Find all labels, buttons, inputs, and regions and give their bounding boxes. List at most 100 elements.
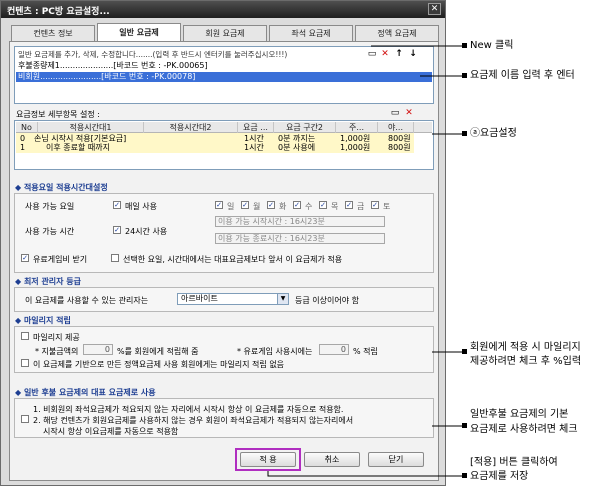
tab-seat-plan[interactable]: 좌석 요금제 [269,25,353,41]
annotation-default-2: 요금제로 사용하려면 체크 [470,424,578,435]
detail-title: 요금정보 세부항목 설정 : [16,110,100,119]
plan-row[interactable]: 후불종량제1.....................[바코드 번호 : -PK… [16,61,432,71]
pay-amount-input[interactable]: 0 [83,344,113,355]
no-mileage-checkbox[interactable] [21,359,29,367]
new-detail-icon[interactable]: ▭ [390,108,400,118]
section-default-plan: 일반 후불 요금제의 대표 요금제로 사용 [15,387,156,398]
close-icon[interactable]: ✕ [428,3,441,15]
general-plan-panel: 일반 요금제를 추가, 삭제, 수정합니다.......(입력 후 반드시 엔터… [9,41,439,481]
detail-rows: 0 손님 시작시 적용[기본요금] 1시간 0분 까지는 1,000원 800원… [16,133,414,153]
manager-suffix: 등급 이상이어야 함 [295,296,359,305]
apply-button[interactable]: 적 용 [240,452,296,467]
priority-checkbox[interactable] [111,254,119,262]
day-checkbox-tue[interactable]: ✓ [267,201,275,209]
detail-row-no: 0 [20,134,26,143]
default-plan-line2: 2. 해당 컨텐츠가 회원요금제를 사용하지 않는 경우 회원이 좌석요금제가 … [33,416,354,425]
end-time-field[interactable]: 이용 가능 종료시간 : 16시23분 [215,233,385,244]
annotation-dot-apply [462,473,467,478]
manager-group: 이 요금제를 사용할 수 있는 관리자는 아르바이트 ▼ 등급 이상이어야 함 [14,287,434,312]
default-plan-line3: 시작시 항상 이요금제를 자동으로 적용함 [43,427,179,436]
annotation-dot-enter [462,73,467,78]
annotation-fee-setting: ⓐ요금설정 [470,128,517,139]
start-time-field[interactable]: 이용 가능 시작시간 : 16시23분 [215,216,385,227]
priority-label: 선택한 요일, 시간대에서는 대표요금제보다 앞서 이 요금제가 적용 [123,255,343,264]
every-day-checkbox[interactable]: ✓ [113,201,121,209]
apply-time-group: 사용 가능 요일 ✓ 매일 사용 ✓ 일 ✓ 월 ✓ 화 ✓ 수 ✓ 목 ✓ 금… [14,193,434,273]
day-label: 목 [331,202,339,211]
detail-row-range[interactable]: 0분 사용에 [278,143,315,152]
cancel-button[interactable]: 취소 [304,452,360,467]
manager-prefix: 이 요금제를 사용할 수 있는 관리자는 [25,296,149,305]
detail-row-time1[interactable]: 이후 종료할 때까지 [46,143,110,152]
day-checkbox-sun[interactable]: ✓ [215,201,223,209]
pay-amount-suffix: %를 회원에게 적립해 줌 [117,347,199,356]
time-label: 사용 가능 시간 [25,227,75,236]
day-checkbox-mon[interactable]: ✓ [241,201,249,209]
annotation-mileage-2: 제공하려면 체크 후 %입력 [470,356,582,367]
annotation-dot-fee [462,131,467,136]
col-time1: 적용시간대1 [38,122,144,133]
default-plan-checkbox[interactable] [21,415,29,423]
detail-row-night[interactable]: 800원 [388,134,411,143]
paid-game-checkbox[interactable]: ✓ [21,254,29,262]
annotation-new-click: New 클릭 [470,40,514,51]
plan-list: 일반 요금제를 추가, 삭제, 수정합니다.......(입력 후 반드시 엔터… [14,46,434,104]
chevron-down-icon[interactable]: ▼ [277,294,288,304]
day-label: 화 [279,202,287,211]
day-label: 토 [383,202,391,211]
annotation-enter-name: 요금제 이름 입력 후 엔터 [470,70,575,81]
move-down-icon[interactable]: ↓ [408,49,418,59]
day-checkbox-wed[interactable]: ✓ [293,201,301,209]
day-label: 금 [357,202,365,211]
manager-level-value: 아르바이트 [181,294,218,303]
annotation-apply-1: [적용] 버튼 클릭하여 [470,457,558,468]
every-day-label: 매일 사용 [125,202,157,211]
day-label: 수 [305,202,313,211]
mileage-provide-checkbox[interactable] [21,332,29,340]
title-bar: 컨텐츠 : PC방 요금설정... ✕ [1,1,445,18]
detail-row-night[interactable]: 800원 [388,143,411,152]
default-plan-line1: 1. 비회원의 좌석요금제가 적요되지 않는 자리에서 시작시 항상 이 요금제… [33,405,344,414]
annotation-mileage-1: 회원에게 적용 시 마일리지 [470,342,581,353]
day-checkbox-thu[interactable]: ✓ [319,201,327,209]
plan-instruction: 일반 요금제를 추가, 삭제, 수정합니다.......(입력 후 반드시 엔터… [18,50,288,59]
detail-grid: No 적용시간대1 적용시간대2 요금 ... 요금 구간2 주... 야...… [14,120,434,170]
day-checkbox-sat[interactable]: ✓ [371,201,379,209]
annotation-dot-mileage [462,349,467,354]
plan-row-selected[interactable]: 비회원........................[바코드 번호 : -PK… [16,72,432,82]
col-fee-range2: 요금 구간2 [274,122,336,133]
mileage-group: 마일리지 제공 * 지불금액의 0 %를 회원에게 적립해 줌 * 유료게임 사… [14,326,434,373]
detail-row-fee[interactable]: 1시간 [244,134,264,143]
tab-content-info[interactable]: 컨텐츠 정보 [11,25,95,41]
paid-game-mileage-input[interactable]: 0 [319,344,349,355]
paid-game-mileage-prefix: * 유료게임 사용시에는 [237,347,313,356]
new-plan-icon[interactable]: ▭ [367,49,377,59]
col-no: No [16,122,38,133]
default-plan-group: 1. 비회원의 좌석요금제가 적요되지 않는 자리에서 시작시 항상 이 요금제… [14,398,434,438]
annotation-dot-default [462,423,467,428]
detail-row-day[interactable]: 1,000원 [340,143,370,152]
move-up-icon[interactable]: ↑ [394,49,404,59]
tab-flat-plan[interactable]: 정액 요금제 [355,25,439,41]
no-mileage-label: 이 요금제를 기반으로 만든 정액요금제 사용 회원에게는 마일리지 적립 없음 [33,360,285,369]
mileage-provide-label: 마일리지 제공 [33,333,80,342]
delete-detail-icon[interactable]: ✕ [404,108,414,118]
delete-plan-icon[interactable]: ✕ [380,49,390,59]
days-label: 사용 가능 요일 [25,202,75,211]
detail-row-fee[interactable]: 1시간 [244,143,264,152]
tab-general-plan[interactable]: 일반 요금제 [97,23,181,41]
tab-member-plan[interactable]: 회원 요금제 [183,25,267,41]
close-button[interactable]: 닫기 [368,452,424,467]
day-checkbox-fri[interactable]: ✓ [345,201,353,209]
manager-level-select[interactable]: 아르바이트 ▼ [177,293,289,305]
all-day-checkbox[interactable]: ✓ [113,226,121,234]
detail-row-day[interactable]: 1,000원 [340,134,370,143]
paid-game-label: 유료게임비 받기 [33,255,88,264]
detail-row-range[interactable]: 0분 까지는 [278,134,315,143]
window-title: 컨텐츠 : PC방 요금설정... [7,7,110,17]
section-apply-time: 적용요일 적용시간대설정 [15,182,108,193]
pay-amount-prefix: * 지불금액의 [35,347,79,356]
tab-bar: 컨텐츠 정보 일반 요금제 회원 요금제 좌석 요금제 정액 요금제 [9,23,439,41]
detail-row-no: 1 [20,143,26,152]
detail-row-time1[interactable]: 손님 시작시 적용[기본요금] [34,134,126,143]
